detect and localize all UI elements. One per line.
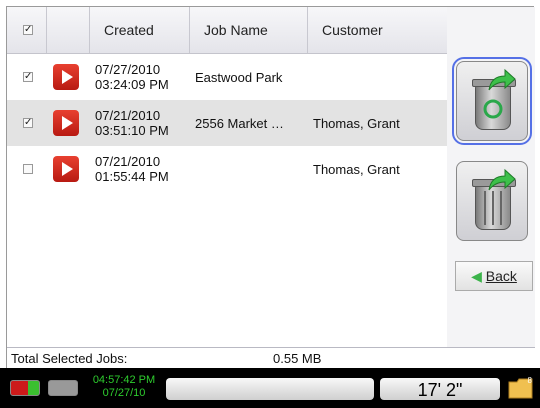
summary-footer: Total Selected Jobs: 0.55 MB — [7, 347, 535, 369]
restore-button[interactable] — [452, 57, 532, 145]
action-panel: ◀ Back — [447, 7, 535, 347]
folder-badge: 8 — [527, 376, 532, 385]
row-checkbox[interactable]: ✓ — [23, 72, 33, 82]
select-all-header[interactable]: ✓ — [7, 7, 47, 53]
created-datetime: 07/27/2010 03:24:09 PM — [95, 62, 169, 92]
created-time: 03:24:09 PM — [95, 77, 169, 92]
table-header: ✓ Created Job Name Customer — [7, 7, 447, 54]
clock-date: 07/27/10 — [102, 387, 146, 399]
status-bar: 04:57:42 PM 07/27/10 17' 2" 8 — [0, 368, 540, 408]
back-button[interactable]: ◀ Back — [455, 261, 533, 291]
job-name-header-label: Job Name — [204, 22, 268, 38]
play-icon[interactable] — [53, 64, 79, 90]
job-name-cell: Eastwood Park — [195, 70, 283, 85]
play-icon[interactable] — [53, 156, 79, 182]
customer-cell: Thomas, Grant — [313, 162, 400, 177]
created-column-header[interactable]: Created — [90, 7, 190, 53]
clock-time: 04:57:42 PM — [92, 374, 156, 386]
battery-1-icon — [10, 380, 40, 396]
row-checkbox[interactable]: ✓ — [23, 118, 33, 128]
clock: 04:57:42 PM 07/27/10 — [86, 374, 162, 400]
jobs-table: ✓ Created Job Name Customer ✓ 07/27/2010… — [7, 7, 448, 347]
customer-header-label: Customer — [322, 22, 383, 38]
job-manager-window: ✓ Created Job Name Customer ✓ 07/27/2010… — [6, 6, 535, 369]
delete-button[interactable] — [456, 161, 528, 241]
table-row[interactable]: 07/21/2010 01:55:44 PM Thomas, Grant — [7, 146, 447, 192]
customer-column-header[interactable]: Customer — [308, 7, 447, 53]
customer-cell: Thomas, Grant — [313, 116, 400, 131]
table-row[interactable]: ✓ 07/27/2010 03:24:09 PM Eastwood Park — [7, 54, 447, 100]
measurement-display: 17' 2" — [380, 378, 500, 400]
created-time: 03:51:10 PM — [95, 123, 169, 138]
job-name-cell: 2556 Market … — [195, 116, 284, 131]
created-time: 01:55:44 PM — [95, 169, 169, 184]
play-column-header — [47, 7, 90, 53]
row-checkbox[interactable] — [23, 164, 33, 174]
created-date: 07/21/2010 — [95, 154, 161, 169]
total-selected-label: Total Selected Jobs: — [11, 351, 128, 366]
back-arrow-icon: ◀ — [471, 268, 482, 284]
select-all-checkbox[interactable]: ✓ — [23, 25, 33, 35]
created-date: 07/27/2010 — [95, 62, 161, 77]
delete-arrow-icon — [488, 168, 516, 191]
created-header-label: Created — [104, 22, 154, 38]
total-selected-size: 0.55 MB — [273, 351, 322, 366]
created-datetime: 07/21/2010 01:55:44 PM — [95, 154, 169, 184]
created-date: 07/21/2010 — [95, 108, 161, 123]
table-row[interactable]: ✓ 07/21/2010 03:51:10 PM 2556 Market … T… — [7, 100, 447, 146]
status-message-field — [166, 378, 374, 400]
created-datetime: 07/21/2010 03:51:10 PM — [95, 108, 169, 138]
back-label: Back — [485, 268, 517, 284]
restore-arrow-icon — [488, 68, 516, 91]
play-icon[interactable] — [53, 110, 79, 136]
folder-icon[interactable]: 8 — [508, 376, 534, 400]
battery-2-icon — [48, 380, 78, 396]
job-name-column-header[interactable]: Job Name — [190, 7, 308, 53]
